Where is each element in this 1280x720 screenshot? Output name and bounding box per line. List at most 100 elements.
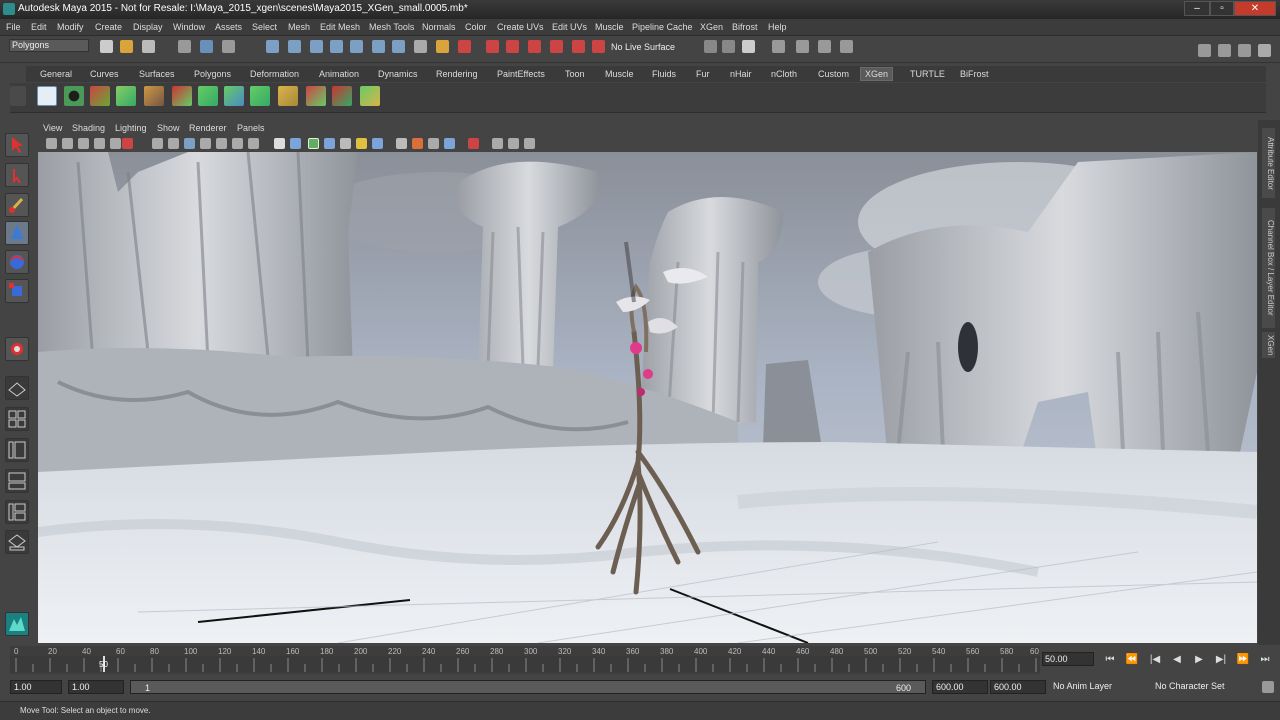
range-slider[interactable]: 1 600	[130, 680, 926, 694]
use-all-lights-icon[interactable]	[356, 138, 367, 149]
tab-bifrost[interactable]: BiFrost	[956, 68, 993, 80]
tab-dynamics[interactable]: Dynamics	[374, 68, 422, 80]
current-frame-field[interactable]: 50.00	[1042, 652, 1094, 666]
shadows-icon[interactable]	[372, 138, 383, 149]
select-hierarchy-icon[interactable]	[178, 40, 191, 53]
menu-mesh-tools[interactable]: Mesh Tools	[369, 22, 414, 32]
history-icon[interactable]	[392, 40, 405, 53]
custom-layout-icon[interactable]	[5, 530, 29, 554]
input-ops-icon[interactable]	[414, 40, 427, 53]
menu-color[interactable]: Color	[465, 22, 487, 32]
resolution-gate-icon[interactable]	[184, 138, 195, 149]
layout-icon[interactable]	[1198, 44, 1211, 57]
last-tool-icon[interactable]	[5, 337, 29, 361]
tab-muscle[interactable]: Muscle	[601, 68, 638, 80]
menu-edit-uvs[interactable]: Edit UVs	[552, 22, 587, 32]
render-settings-icon[interactable]	[528, 40, 541, 53]
snap-plane-icon[interactable]	[330, 40, 343, 53]
go-to-end-button[interactable]: ⏭	[1258, 654, 1272, 666]
shelf-menu-icon[interactable]	[10, 86, 26, 106]
depth-of-field-icon[interactable]	[444, 138, 455, 149]
lasso-tool-icon[interactable]	[5, 163, 29, 187]
animation-end-field[interactable]: 600.00	[990, 680, 1046, 694]
quick-rename-icon[interactable]	[722, 40, 735, 53]
wireframe-icon[interactable]	[274, 138, 285, 149]
tab-xgen[interactable]: XGen	[860, 67, 894, 81]
render-frame-icon[interactable]	[486, 40, 499, 53]
xray-active-icon[interactable]	[508, 138, 519, 149]
snap-view-icon[interactable]	[350, 40, 363, 53]
menu-file[interactable]: File	[6, 22, 21, 32]
playback-start-field[interactable]: 1.00	[68, 680, 124, 694]
menu-help[interactable]: Help	[768, 22, 787, 32]
film-gate-icon[interactable]	[168, 138, 179, 149]
tab-ncloth[interactable]: nCloth	[767, 68, 801, 80]
field-chart-icon[interactable]	[216, 138, 227, 149]
safe-title-icon[interactable]	[248, 138, 259, 149]
persp-outliner-layout-icon[interactable]	[5, 438, 29, 462]
guide-normalize-icon[interactable]	[224, 86, 244, 106]
step-forward-frame-button[interactable]: ▶|	[1214, 654, 1228, 666]
time-slider[interactable]: 0 20 40 60 80 100 120 140 160 180 200 22…	[10, 646, 1040, 674]
menu-mesh[interactable]: Mesh	[288, 22, 310, 32]
snap-grid-icon[interactable]	[266, 40, 279, 53]
snap-point-icon[interactable]	[310, 40, 323, 53]
tab-toon[interactable]: Toon	[561, 68, 589, 80]
2d-pan-icon[interactable]	[110, 138, 121, 149]
menu-normals[interactable]: Normals	[422, 22, 456, 32]
grease-pencil-icon[interactable]	[122, 138, 133, 149]
menu-assets[interactable]: Assets	[215, 22, 242, 32]
xgen-guide-icon[interactable]	[90, 86, 110, 106]
ambient-occlusion-icon[interactable]	[396, 138, 407, 149]
outliner-layout-icon[interactable]	[1238, 44, 1251, 57]
make-live-icon[interactable]	[372, 40, 385, 53]
panel-layout-icon[interactable]	[1218, 44, 1231, 57]
perspective-viewport[interactable]	[38, 152, 1257, 643]
snap-curve-icon[interactable]	[288, 40, 301, 53]
character-set-dropdown[interactable]: No Character Set	[1152, 680, 1256, 694]
paint-map-icon[interactable]	[278, 86, 298, 106]
image-plane-icon[interactable]	[94, 138, 105, 149]
menu-bifrost[interactable]: Bifrost	[732, 22, 758, 32]
tab-attribute-editor[interactable]: Attribute Editor	[1262, 128, 1275, 198]
add-guide-icon[interactable]	[116, 86, 136, 106]
safe-action-icon[interactable]	[232, 138, 243, 149]
guide-curve-icon[interactable]	[198, 86, 218, 106]
vp-menu-lighting[interactable]: Lighting	[115, 123, 147, 133]
ipr-render-icon[interactable]	[506, 40, 519, 53]
go-to-start-button[interactable]: ⏮	[1103, 654, 1117, 666]
tab-general[interactable]: General	[36, 68, 76, 80]
export-patches-icon[interactable]	[332, 86, 352, 106]
playback-end-field[interactable]: 600.00	[932, 680, 988, 694]
isolate-select-icon[interactable]	[468, 138, 479, 149]
xgen-preview-icon[interactable]	[64, 86, 84, 106]
hypershade-layout-icon[interactable]	[5, 500, 29, 524]
bookmarks-icon[interactable]	[78, 138, 89, 149]
save-scene-icon[interactable]	[142, 40, 155, 53]
tab-custom[interactable]: Custom	[814, 68, 853, 80]
menu-create-uvs[interactable]: Create UVs	[497, 22, 544, 32]
tab-surfaces[interactable]: Surfaces	[135, 68, 179, 80]
rebuild-guide-icon[interactable]	[172, 86, 192, 106]
xray-icon[interactable]	[340, 138, 351, 149]
menu-set-dropdown[interactable]: Polygons	[9, 39, 89, 52]
input-line-icon[interactable]	[704, 40, 717, 53]
tab-polygons[interactable]: Polygons	[190, 68, 235, 80]
menu-create[interactable]: Create	[95, 22, 122, 32]
render-view-icon[interactable]	[572, 40, 585, 53]
select-component-icon[interactable]	[222, 40, 235, 53]
tab-deformation[interactable]: Deformation	[246, 68, 303, 80]
menu-pipeline-cache[interactable]: Pipeline Cache	[632, 22, 693, 32]
xray-joints-icon[interactable]	[492, 138, 503, 149]
vp-menu-renderer[interactable]: Renderer	[189, 123, 227, 133]
tab-animation[interactable]: Animation	[315, 68, 363, 80]
animation-preferences-icon[interactable]	[1262, 681, 1274, 693]
scale-tool-icon[interactable]	[5, 279, 29, 303]
textured-icon[interactable]	[324, 138, 335, 149]
animation-start-field[interactable]: 1.00	[10, 680, 62, 694]
tab-rendering[interactable]: Rendering	[432, 68, 482, 80]
new-scene-icon[interactable]	[100, 40, 113, 53]
select-tool-icon[interactable]	[5, 133, 29, 157]
paint-select-tool-icon[interactable]	[5, 193, 29, 217]
tab-curves[interactable]: Curves	[86, 68, 123, 80]
